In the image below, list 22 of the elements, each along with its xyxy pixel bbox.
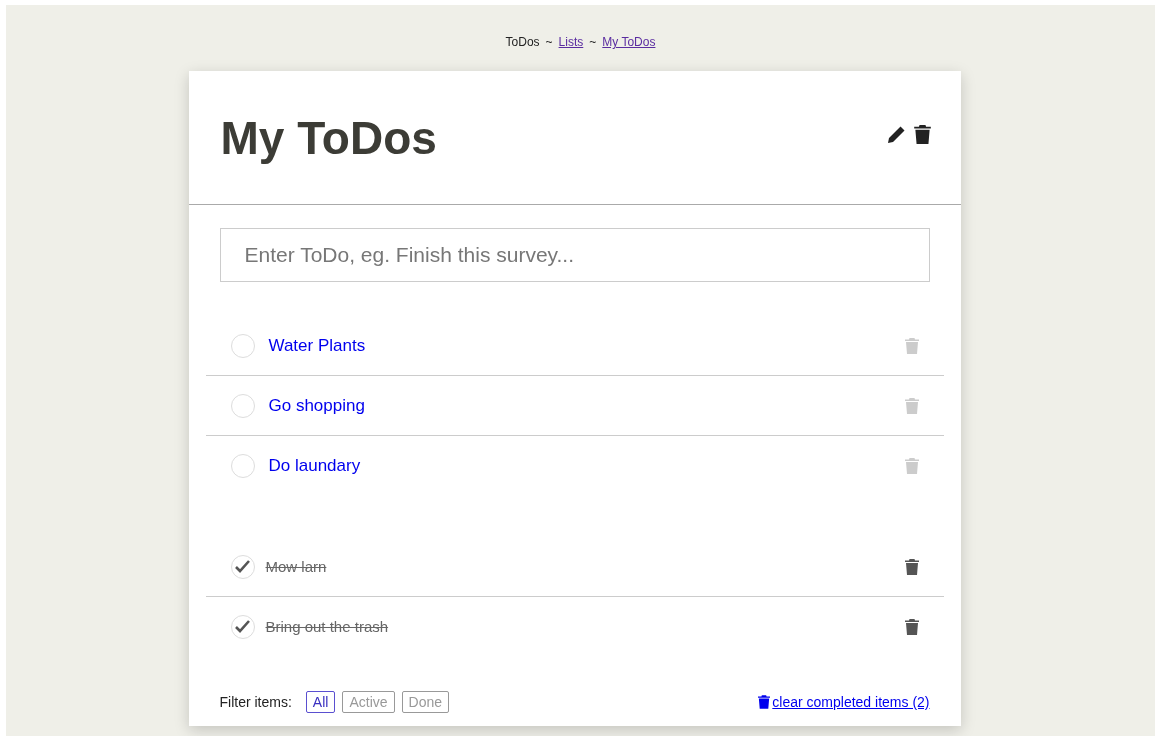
breadcrumb-item: ToDos	[505, 35, 540, 49]
todo-label[interactable]: Mow larn	[265, 558, 905, 575]
trash-icon[interactable]	[913, 125, 931, 144]
breadcrumb-link[interactable]: Lists	[558, 35, 584, 49]
list-title: My ToDos	[220, 110, 438, 165]
todo-label[interactable]: Do laundary	[268, 455, 905, 476]
todo-label[interactable]: Go shopping	[268, 395, 905, 416]
trash-icon	[758, 695, 771, 709]
check-icon	[235, 560, 250, 573]
check-icon	[235, 620, 250, 633]
todo-label[interactable]: Water Plants	[268, 335, 905, 356]
todo-input[interactable]: Enter ToDo, eg. Finish this survey...	[219, 228, 930, 282]
filter-label: Filter items:	[219, 694, 292, 710]
pencil-icon[interactable]	[886, 125, 906, 144]
filter-button[interactable]: All	[305, 691, 336, 713]
breadcrumb-separator: ~	[589, 35, 597, 49]
delete-icon[interactable]	[904, 558, 919, 575]
clear-completed-link[interactable]: clear completed items (2)	[758, 694, 930, 710]
todo-label[interactable]: Bring out the trash	[265, 618, 905, 635]
breadcrumb-separator: ~	[545, 35, 553, 49]
breadcrumb-link[interactable]: My ToDos	[602, 35, 656, 49]
delete-icon[interactable]	[904, 618, 919, 635]
